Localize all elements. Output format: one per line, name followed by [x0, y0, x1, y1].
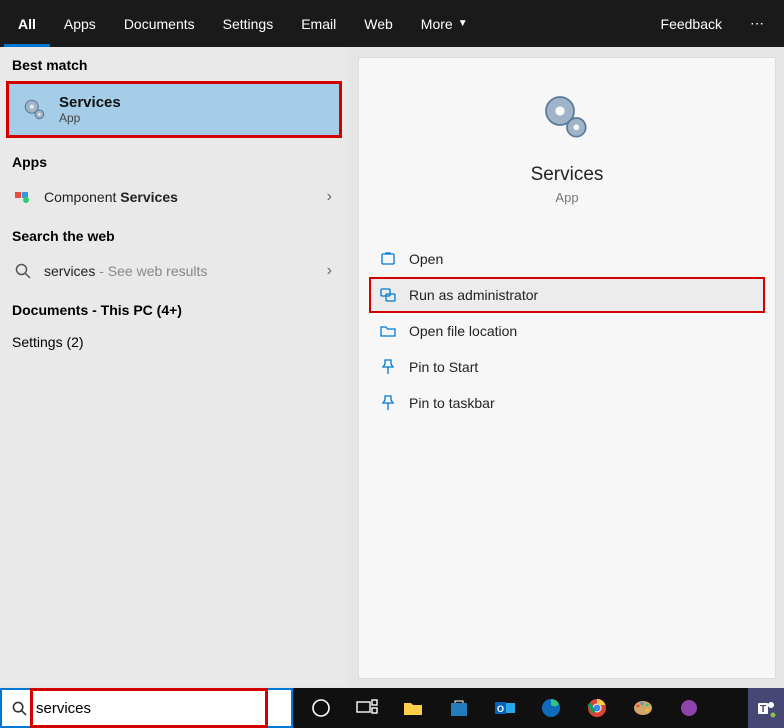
- tab-apps[interactable]: Apps: [50, 0, 110, 47]
- taskbar-app-chrome[interactable]: [575, 688, 619, 728]
- taskbar-app-explorer[interactable]: [391, 688, 435, 728]
- search-input[interactable]: [36, 700, 291, 717]
- tab-web[interactable]: Web: [350, 0, 407, 47]
- action-open[interactable]: Open: [369, 241, 765, 277]
- detail-pane: Services App Open Run as administrator: [358, 57, 776, 679]
- taskbar-app-store[interactable]: [437, 688, 481, 728]
- result-web-services[interactable]: services - See web results ›: [0, 250, 348, 292]
- action-open-label: Open: [409, 251, 443, 267]
- documents-header[interactable]: Documents - This PC (4+): [0, 292, 348, 324]
- chevron-right-icon: ›: [327, 188, 332, 206]
- folder-icon: [379, 322, 397, 340]
- tab-email[interactable]: Email: [287, 0, 350, 47]
- feedback-link[interactable]: Feedback: [647, 16, 736, 32]
- gear-icon: [21, 96, 49, 124]
- action-run-admin-label: Run as administrator: [409, 287, 538, 303]
- action-pin-taskbar-label: Pin to taskbar: [409, 395, 495, 411]
- chevron-right-icon: ›: [327, 262, 332, 280]
- search-web-header: Search the web: [0, 218, 348, 250]
- taskbar-app-generic[interactable]: [667, 688, 711, 728]
- search-icon: [12, 260, 34, 282]
- search-icon: [2, 701, 36, 716]
- open-icon: [379, 250, 397, 268]
- pin-icon: [379, 358, 397, 376]
- tab-all[interactable]: All: [4, 0, 50, 47]
- gear-icon: [535, 86, 599, 150]
- cortana-icon[interactable]: [299, 688, 343, 728]
- action-open-location-label: Open file location: [409, 323, 517, 339]
- action-open-location[interactable]: Open file location: [369, 313, 765, 349]
- search-bar[interactable]: [0, 688, 293, 728]
- component-services-label: Component Services: [44, 189, 178, 205]
- detail-title: Services: [359, 164, 775, 186]
- tab-more[interactable]: More ▼: [407, 0, 482, 47]
- tab-more-label: More: [421, 16, 453, 32]
- results-pane: Best match Services App Apps Component S…: [0, 47, 348, 687]
- component-services-icon: [12, 186, 34, 208]
- taskbar-app-outlook[interactable]: O: [483, 688, 527, 728]
- taskbar-app-teams[interactable]: T: [748, 688, 784, 728]
- chevron-down-icon: ▼: [458, 18, 468, 29]
- svg-text:T: T: [760, 704, 766, 715]
- detail-subtitle: App: [359, 190, 775, 205]
- run-admin-icon: [379, 286, 397, 304]
- taskbar-app-paint[interactable]: [621, 688, 665, 728]
- best-match-title: Services: [59, 94, 121, 111]
- best-match-subtitle: App: [59, 111, 121, 125]
- result-component-services[interactable]: Component Services ›: [0, 176, 348, 218]
- best-match-services[interactable]: Services App: [6, 81, 342, 138]
- svg-text:O: O: [497, 704, 504, 714]
- pin-icon: [379, 394, 397, 412]
- settings-header[interactable]: Settings (2): [0, 324, 348, 356]
- action-pin-start[interactable]: Pin to Start: [369, 349, 765, 385]
- web-result-label: services - See web results: [44, 263, 207, 279]
- taskbar: O: [293, 688, 784, 728]
- tab-settings[interactable]: Settings: [209, 0, 288, 47]
- search-filter-tabs: All Apps Documents Settings Email Web Mo…: [0, 0, 784, 47]
- action-pin-taskbar[interactable]: Pin to taskbar: [369, 385, 765, 421]
- action-run-admin[interactable]: Run as administrator: [369, 277, 765, 313]
- taskbar-app-edge[interactable]: [529, 688, 573, 728]
- tab-documents[interactable]: Documents: [110, 0, 209, 47]
- action-pin-start-label: Pin to Start: [409, 359, 478, 375]
- task-view-icon[interactable]: [345, 688, 389, 728]
- apps-header: Apps: [0, 144, 348, 176]
- best-match-header: Best match: [0, 47, 348, 79]
- options-menu-icon[interactable]: ⋯: [736, 15, 780, 32]
